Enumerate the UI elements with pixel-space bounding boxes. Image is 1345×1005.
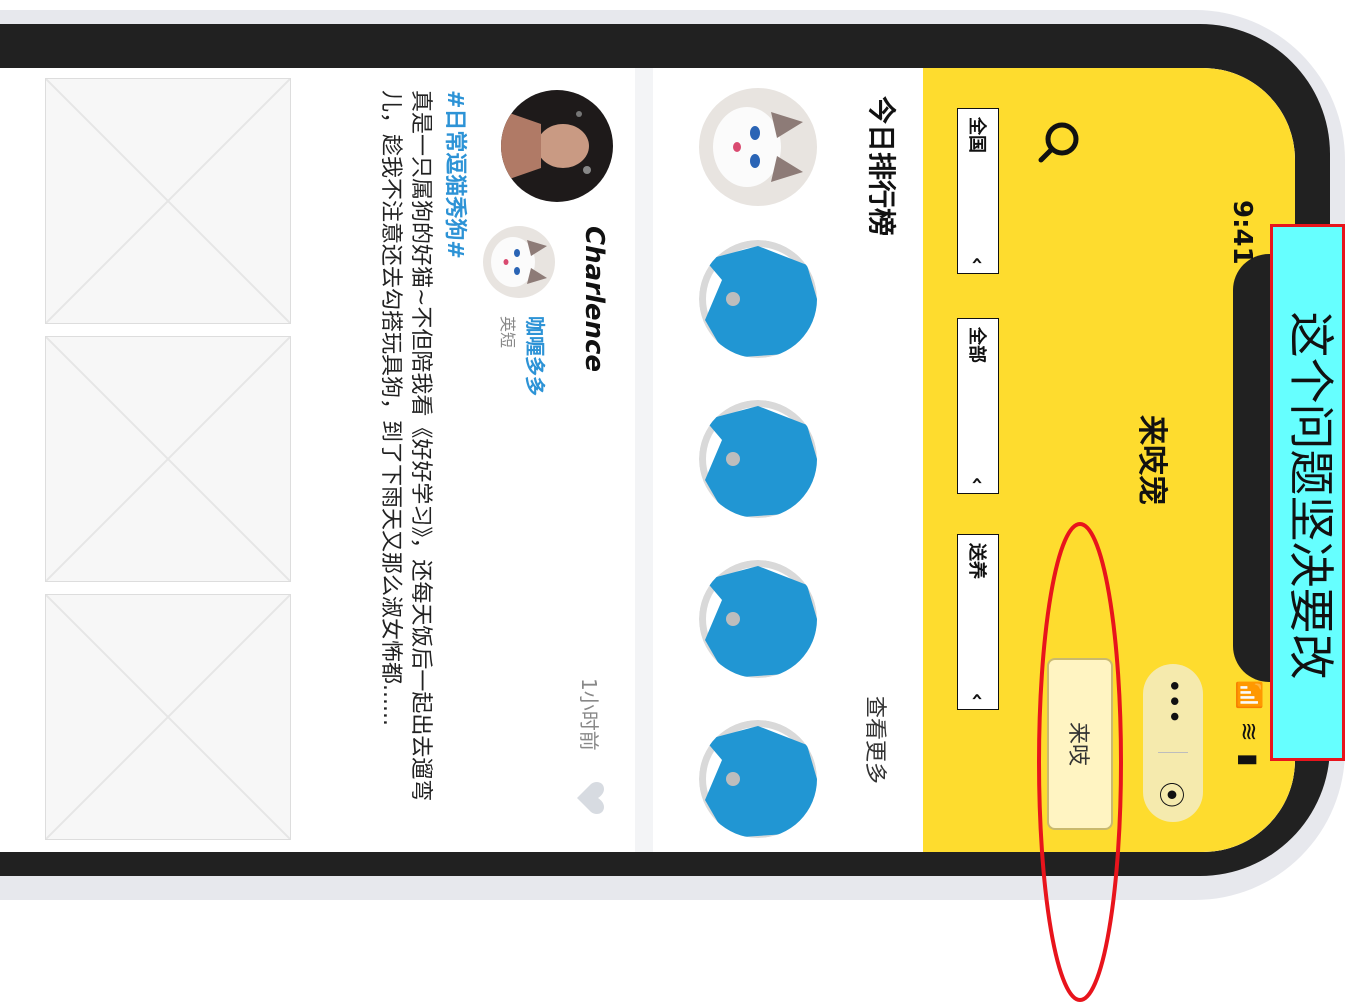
ranking-avatar-placeholder[interactable] [699,400,817,518]
ranking-avatar-placeholder[interactable] [699,240,817,358]
ranking-avatar-placeholder[interactable] [699,560,817,678]
user-placeholder-icon [699,720,817,838]
review-annotation-text: 这个问题坚决要改 [1284,311,1338,680]
pet-name[interactable]: 咖喱多多 [522,316,551,396]
ranking-avatar-list [693,88,823,838]
more-icon[interactable]: ••• [1158,678,1188,724]
chevron-down-icon: ‹ [966,256,990,265]
chevron-down-icon: ‹ [966,476,990,485]
image-placeholder[interactable] [45,594,291,840]
type-filter-label: 送养 [966,543,987,579]
image-placeholder-icon [45,594,291,840]
status-time: 9:41 [1227,200,1257,265]
post-hashtag[interactable]: #日常逗猫秀狗# [441,90,473,259]
miniapp-capsule: ••• ⦿ [1143,664,1203,822]
feed-post[interactable]: Charlence 咖喱多多 英短 1小时前 #日常逗猫秀狗# 真是一只属狗的好… [305,68,635,852]
section-divider [635,68,653,852]
close-miniapp-icon[interactable]: ⦿ [1155,782,1192,808]
ranking-title: 今日排行榜 [865,96,898,237]
region-filter[interactable]: 全国 ‹ [957,108,999,274]
category-filter[interactable]: 全部 ‹ [957,318,999,494]
capsule-divider [1158,752,1188,754]
ranking-avatar-placeholder[interactable] [699,720,817,838]
chevron-down-icon: ‹ [966,692,990,701]
signal-icon: 📶 [1235,680,1263,712]
ranking-section: 今日排行榜 查看更多 [653,68,923,852]
post-timestamp: 1小时前 [577,678,601,751]
pet-avatar[interactable] [483,226,555,298]
user-avatar[interactable] [501,90,613,202]
user-placeholder-icon [699,560,817,678]
pet-breed: 英短 [498,316,517,349]
image-placeholder-icon [45,78,291,324]
image-placeholder[interactable] [45,78,291,324]
image-grid [0,68,305,852]
review-annotation-box: 这个问题坚决要改 [1270,224,1345,761]
ranking-avatar-cat[interactable] [699,88,817,206]
search-icon[interactable] [1037,120,1081,164]
view-more-link[interactable]: 查看更多 [861,696,893,784]
type-filter[interactable]: 送养 ‹ [957,534,999,710]
battery-icon: ▮ [1235,753,1263,769]
cat-photo-icon [699,88,817,206]
user-placeholder-icon [699,240,817,358]
cat-photo-icon [483,226,555,298]
user-photo-icon [501,90,613,202]
image-placeholder[interactable] [45,336,291,582]
heart-icon[interactable] [573,780,609,816]
region-filter-label: 全国 [966,117,987,153]
highlight-ellipse [1037,522,1123,1002]
user-placeholder-icon [699,400,817,518]
post-body-text: 真是一只属狗的好猫~不但陪我看《好好学习》，还每天饭后一起出去遛弯儿，趁我不注意… [378,90,433,802]
image-placeholder-icon [45,336,291,582]
status-icons: 📶 ≋ ▮ [1235,680,1263,769]
category-filter-label: 全部 [966,327,987,363]
wifi-icon: ≋ [1235,721,1263,744]
post-username[interactable]: Charlence [579,226,609,372]
